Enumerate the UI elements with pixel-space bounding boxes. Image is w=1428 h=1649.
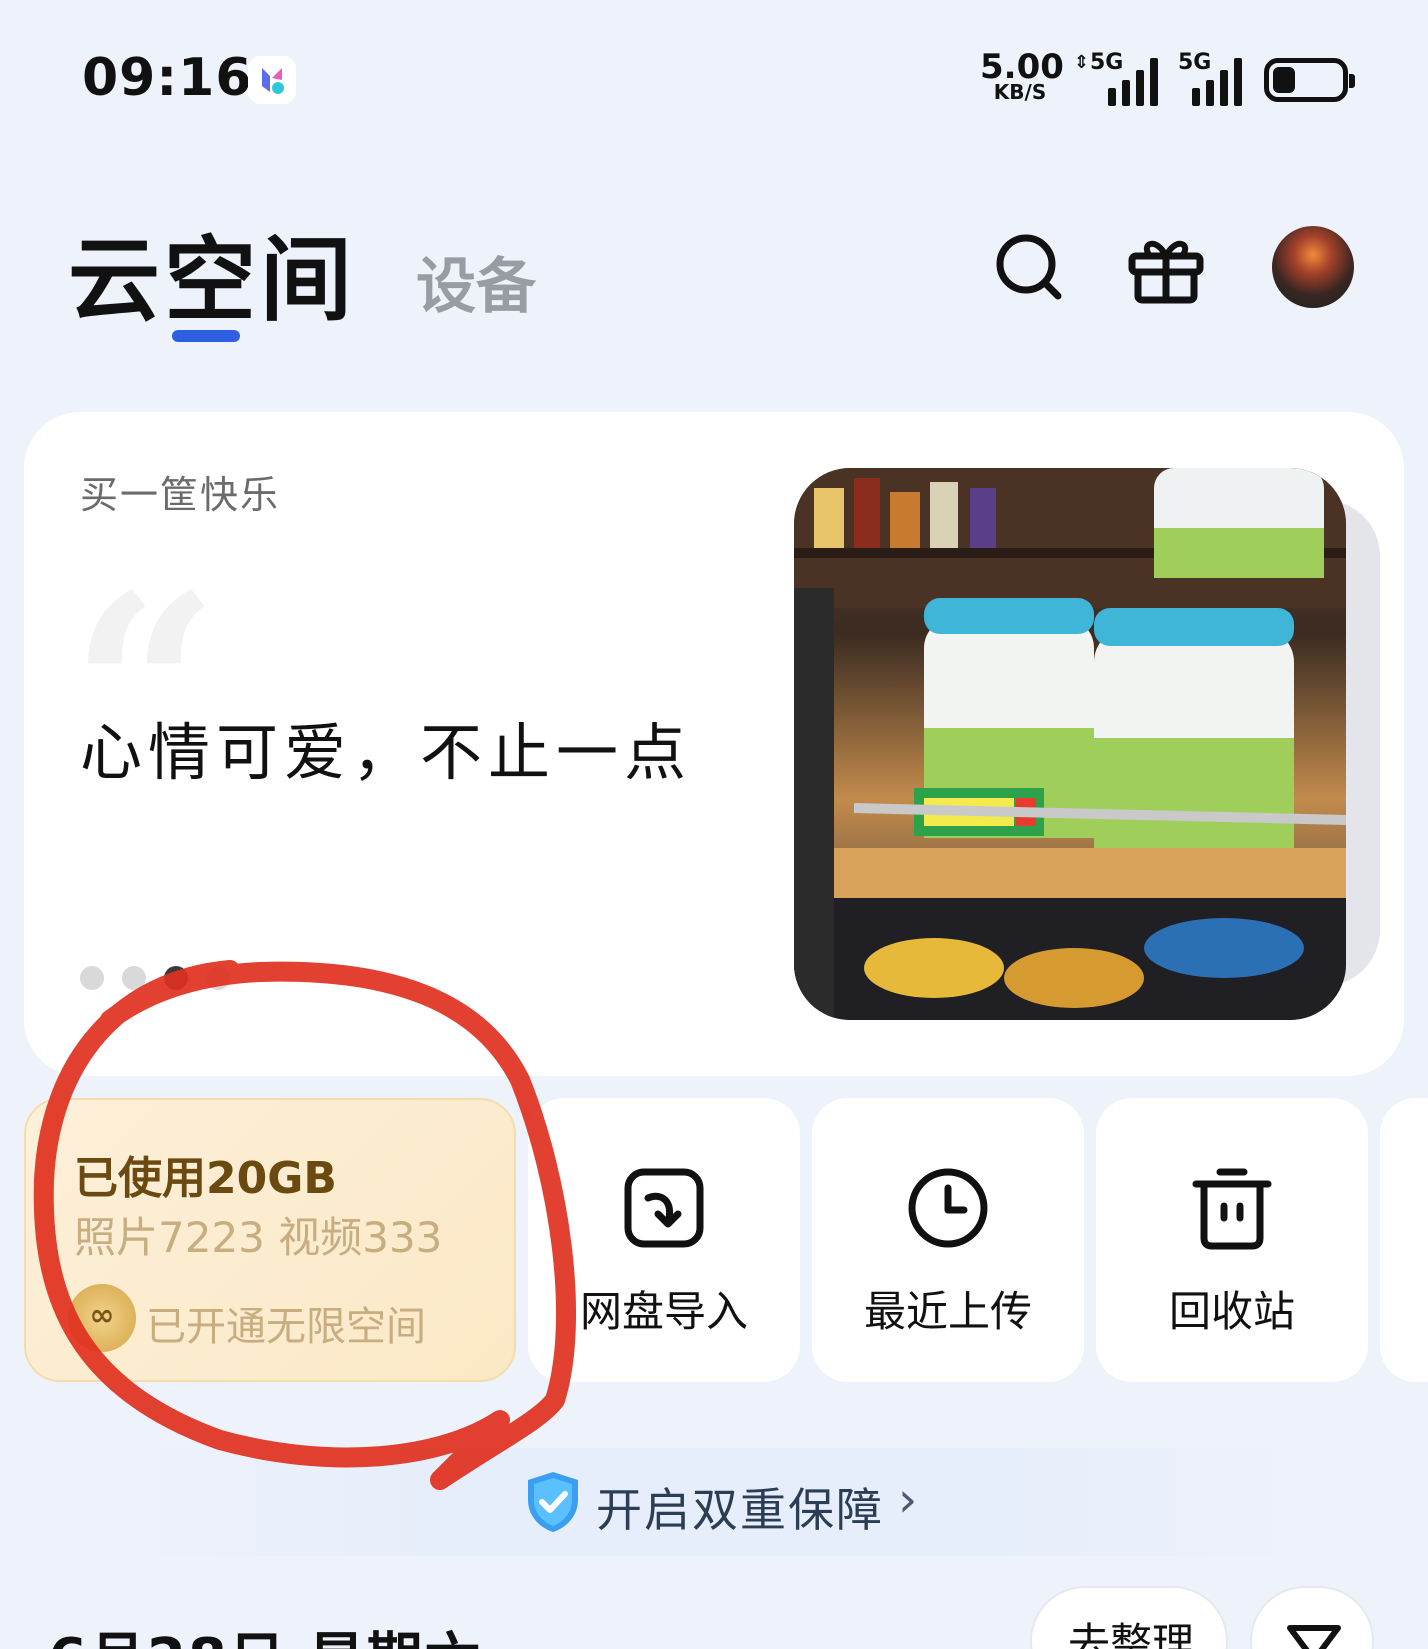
storage-plan: 已开通无限空间 bbox=[146, 1304, 426, 1350]
carousel-dot bbox=[80, 966, 104, 990]
organize-button[interactable]: 去整理 bbox=[1030, 1586, 1228, 1649]
security-banner[interactable]: 开启双重保障 › bbox=[100, 1448, 1330, 1556]
tab-devices[interactable]: 设备 bbox=[416, 238, 536, 325]
status-time: 09:16 bbox=[82, 48, 253, 108]
clock-icon bbox=[902, 1162, 994, 1254]
recent-uploads-label: 最近上传 bbox=[863, 1287, 1032, 1336]
import-button[interactable]: 网盘导入 bbox=[528, 1098, 800, 1382]
battery-icon bbox=[1264, 58, 1355, 102]
import-label: 网盘导入 bbox=[579, 1287, 748, 1336]
signal-icon-sim2: 5G bbox=[1178, 50, 1248, 106]
organize-label: 去整理 bbox=[1067, 1619, 1194, 1649]
memory-card[interactable]: 买一筐快乐 “ 心情可爱，不止一点 bbox=[24, 412, 1404, 1076]
import-icon bbox=[618, 1162, 710, 1254]
shield-check-icon bbox=[524, 1470, 582, 1534]
memory-photo[interactable] bbox=[794, 468, 1346, 1020]
app-notification-icon bbox=[248, 56, 296, 104]
filter-icon bbox=[1287, 1625, 1341, 1649]
memory-quote: 心情可爱，不止一点 bbox=[80, 716, 693, 789]
carousel-dot-active bbox=[164, 966, 188, 990]
recycle-bin-button[interactable]: 回收站 bbox=[1096, 1098, 1368, 1382]
avatar[interactable] bbox=[1272, 226, 1354, 308]
carousel-dot bbox=[122, 966, 146, 990]
signal-icon-sim1: ⇕ 5G bbox=[1074, 50, 1158, 106]
memory-subtitle: 买一筐快乐 bbox=[80, 473, 281, 517]
gift-icon[interactable] bbox=[1126, 228, 1206, 308]
carousel-dot bbox=[206, 966, 230, 990]
trash-icon bbox=[1186, 1162, 1278, 1254]
recycle-bin-label: 回收站 bbox=[1168, 1287, 1295, 1336]
network-speed: 5.00 KB/S bbox=[980, 47, 1064, 104]
search-icon[interactable] bbox=[990, 228, 1070, 308]
filter-button[interactable] bbox=[1250, 1586, 1374, 1649]
active-tab-indicator bbox=[172, 330, 240, 342]
storage-used: 已使用20GB bbox=[74, 1153, 337, 1204]
tab-cloud-space[interactable]: 云空间 bbox=[68, 206, 356, 339]
storage-card[interactable]: 已使用20GB 照片7223 视频333 ∞ 已开通无限空间 bbox=[24, 1098, 516, 1382]
more-actions-peek[interactable] bbox=[1380, 1098, 1428, 1382]
security-text: 开启双重保障 bbox=[596, 1483, 884, 1537]
chevron-right-icon: › bbox=[898, 1472, 918, 1528]
date-heading: 6月28日 星期六 bbox=[48, 1614, 482, 1649]
storage-counts: 照片7223 视频333 bbox=[74, 1213, 443, 1262]
recent-uploads-button[interactable]: 最近上传 bbox=[812, 1098, 1084, 1382]
status-bar: 09:16 5.00 KB/S ⇕ 5G 5G bbox=[0, 0, 1428, 160]
infinity-badge-icon: ∞ bbox=[68, 1284, 136, 1352]
